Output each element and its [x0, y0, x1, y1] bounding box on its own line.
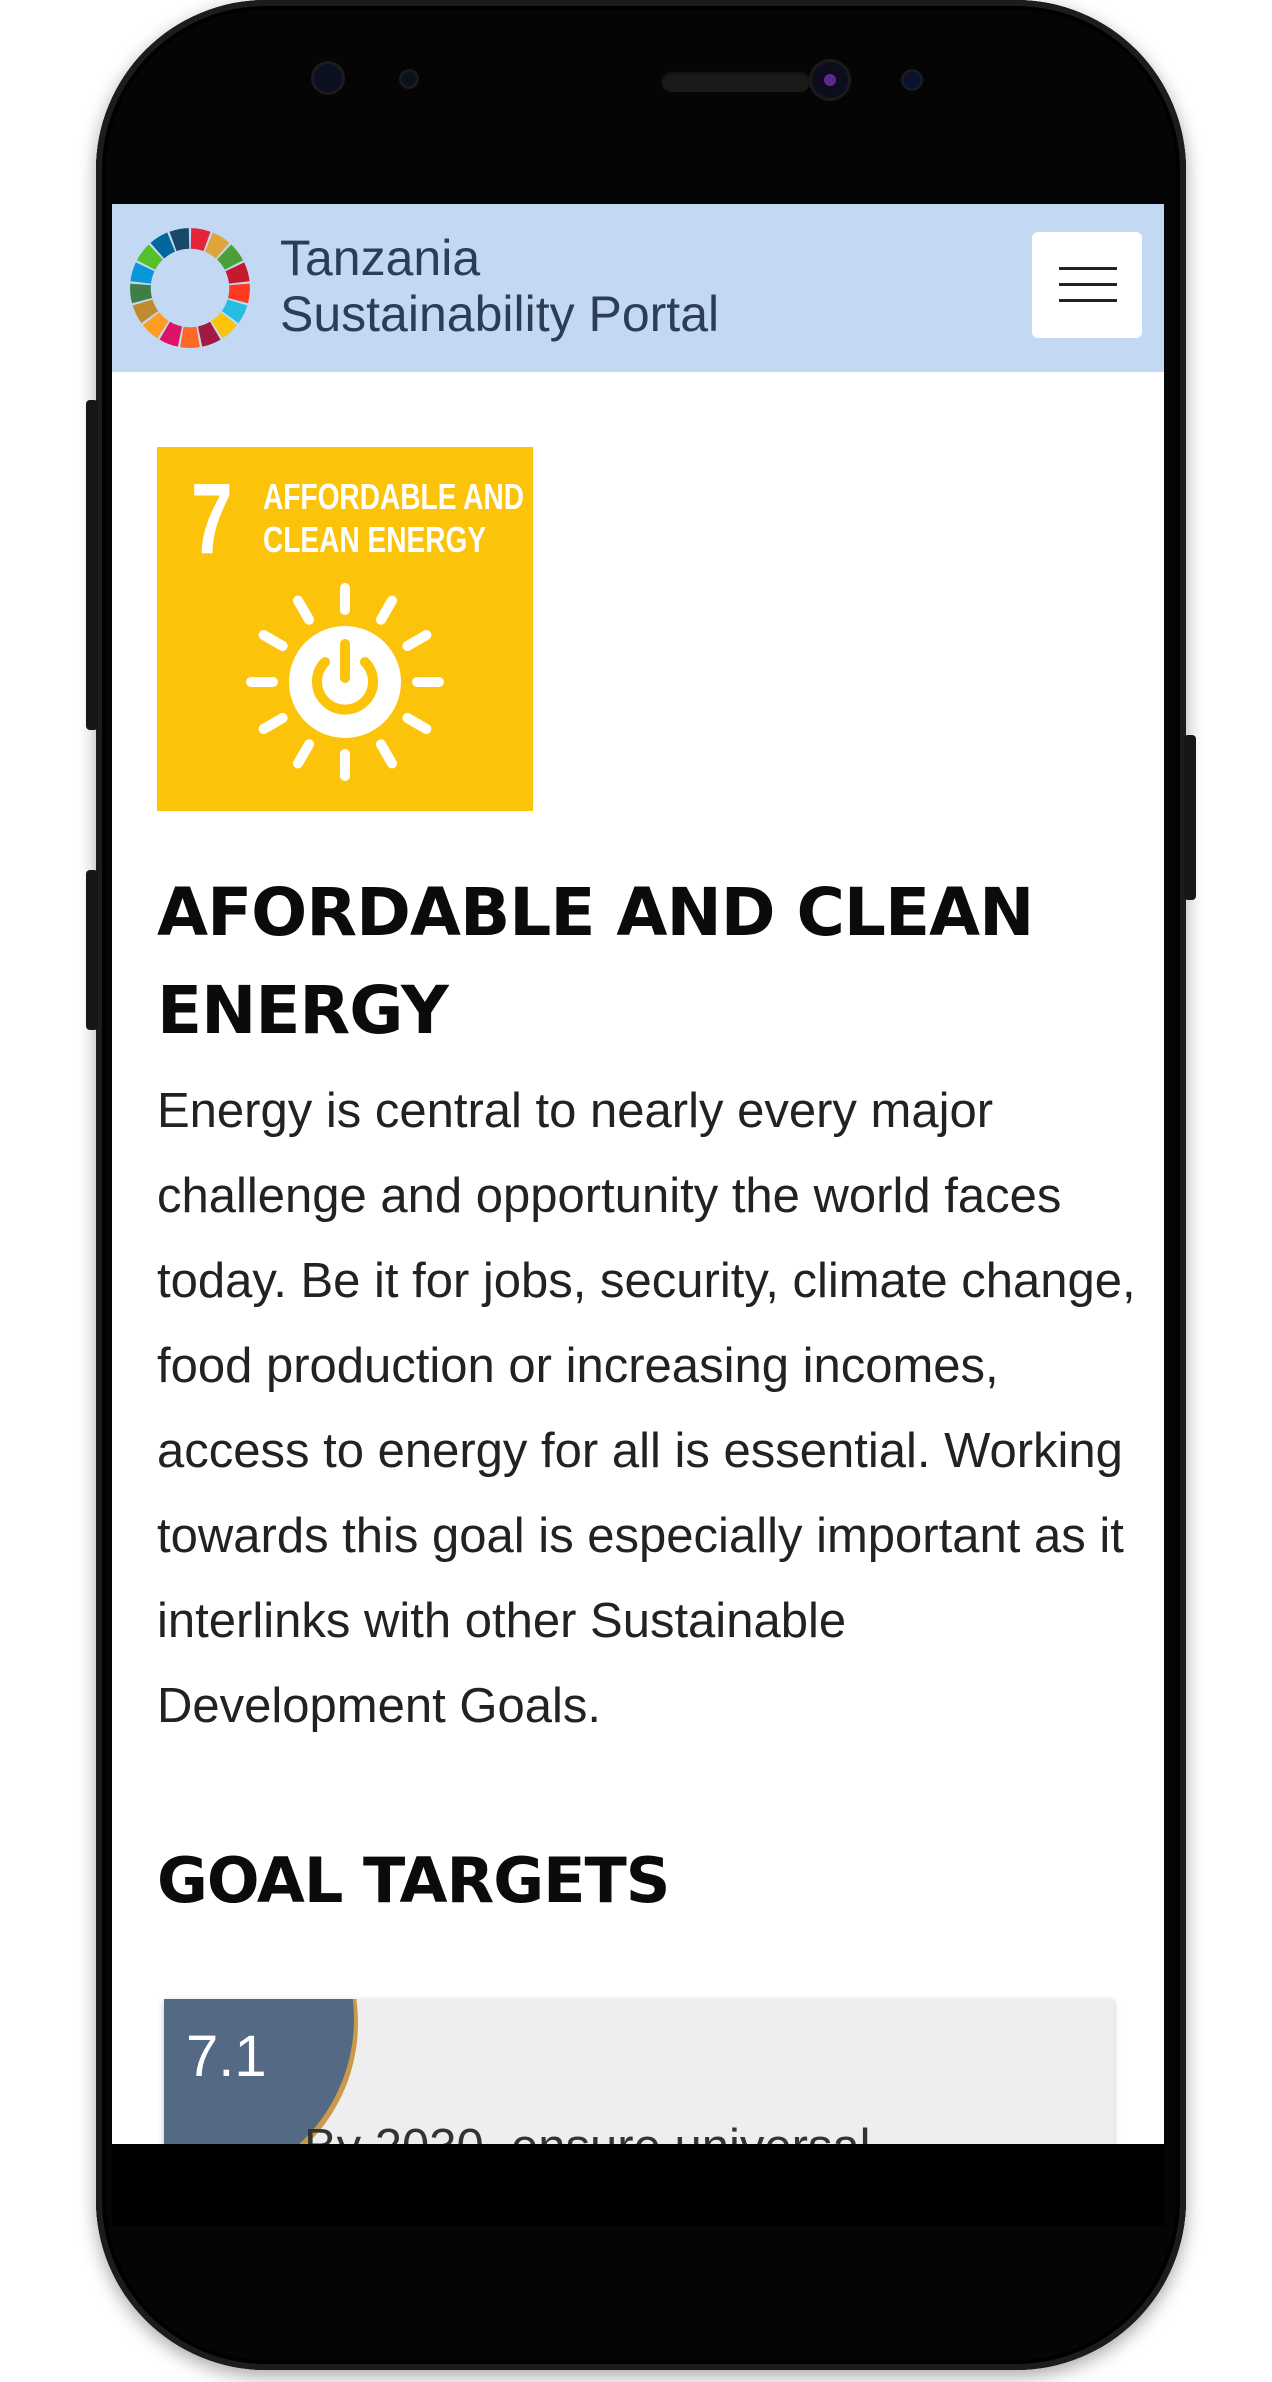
goal-tile-label-line1: AFFORDABLE AND [263, 476, 525, 517]
sdg-wheel-icon[interactable] [128, 226, 252, 350]
sun-ray [258, 630, 288, 651]
site-title[interactable]: Tanzania Sustainability Portal [280, 230, 719, 342]
light-sensor [402, 72, 416, 86]
sun-ray [258, 713, 288, 734]
sun-ray [376, 739, 397, 769]
power-button [1184, 735, 1196, 900]
site-title-line2: Sustainability Portal [280, 286, 720, 342]
goal-tile-label-line2: CLEAN ENERGY [263, 519, 487, 560]
goal-targets-heading: GOAL TARGETS [157, 1844, 670, 1917]
screen-bottom-bezel [112, 2144, 1164, 2226]
volume-up-button [86, 400, 98, 730]
sun-ray [293, 739, 314, 769]
earpiece-speaker [661, 70, 811, 92]
site-header: Tanzania Sustainability Portal [112, 204, 1164, 372]
hamburger-menu-button[interactable] [1032, 232, 1142, 338]
iris-sensor [314, 64, 342, 92]
sun-ray [376, 595, 397, 625]
sdg-wheel-segment [180, 326, 200, 348]
sun-ray [402, 630, 432, 651]
sdg-wheel-segment [227, 283, 250, 304]
power-sun-icon [246, 583, 444, 781]
camera-lens [824, 74, 836, 86]
sun-ray [293, 595, 314, 625]
volume-down-button [86, 870, 98, 1030]
sun-ray [402, 713, 432, 734]
goal-title: AFORDABLE AND CLEAN ENERGY [157, 874, 1034, 1049]
goal-tile-label: AFFORDABLE AND CLEAN ENERGY [263, 475, 524, 561]
goal-icon-tile: 7 AFFORDABLE AND CLEAN ENERGY [157, 447, 533, 811]
target-text: By 2030, ensure universal [304, 2119, 871, 2144]
target-card[interactable]: 7.1 By 2030, ensure universal [164, 1999, 1114, 2144]
target-number: 7.1 [186, 2024, 267, 2089]
goal-description: Energy is central to nearly every major … [157, 1084, 1136, 1733]
phone-screen: Tanzania Sustainability Portal 7 AFFORDA… [112, 204, 1164, 2144]
site-title-line1: Tanzania [280, 230, 481, 286]
goal-number: 7 [191, 463, 233, 575]
sdg-wheel-segment [130, 283, 153, 304]
proximity-sensor [904, 72, 920, 88]
